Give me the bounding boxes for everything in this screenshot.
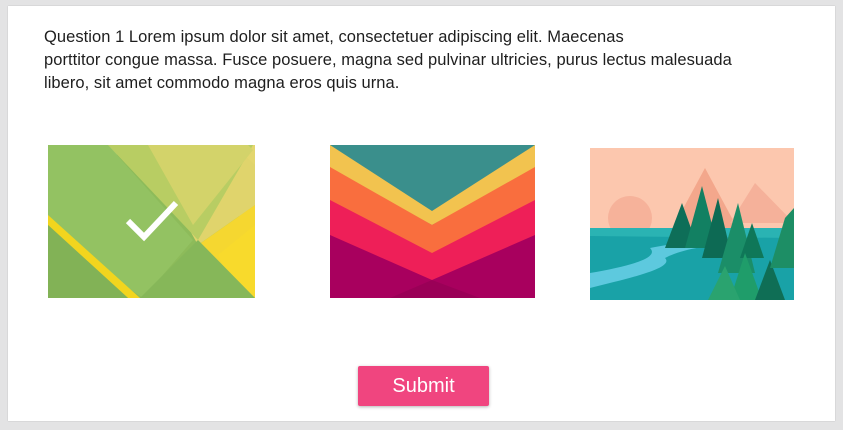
question-card: Question 1 Lorem ipsum dolor sit amet, c…: [8, 6, 835, 421]
submit-button[interactable]: Submit: [358, 366, 489, 406]
magenta-chevron-envelope-image: [330, 145, 535, 298]
question-line: porttitor congue massa. Fusce posuere, m…: [44, 51, 732, 69]
green-yellow-geometric-image: [48, 145, 255, 298]
question-line: libero, sit amet commodo magna eros quis…: [44, 74, 400, 92]
question-line: Question 1 Lorem ipsum dolor sit amet, c…: [44, 28, 624, 46]
forest-lake-landscape-image: [590, 148, 794, 300]
question-text: Question 1 Lorem ipsum dolor sit amet, c…: [44, 26, 834, 95]
image-option-3[interactable]: [590, 148, 794, 300]
image-option-1[interactable]: [48, 145, 255, 298]
image-option-2[interactable]: [330, 145, 535, 298]
